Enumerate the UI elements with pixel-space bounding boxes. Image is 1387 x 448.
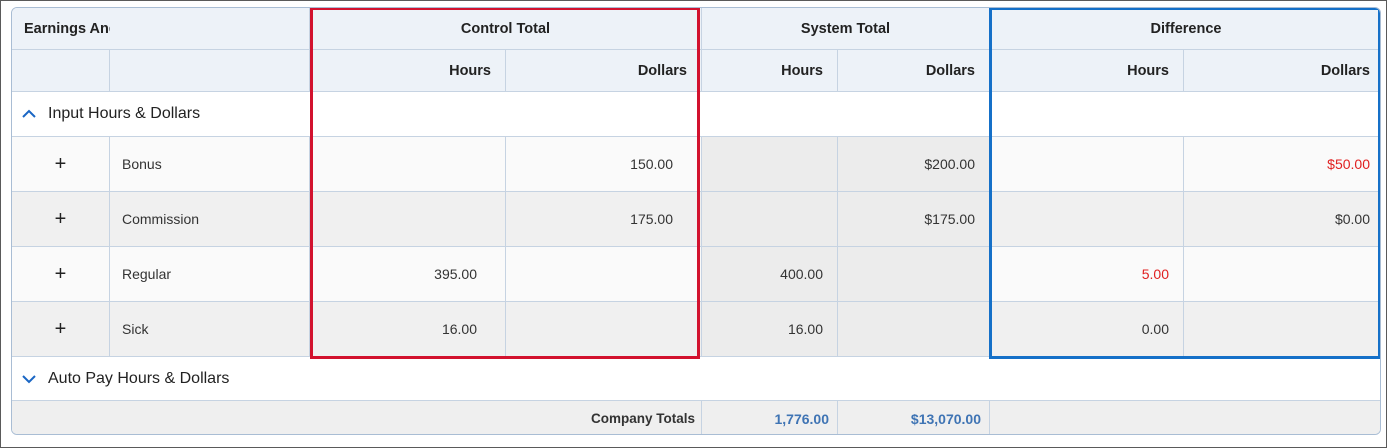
cell-value: $0.00 — [1334, 211, 1370, 227]
plus-icon[interactable]: + — [55, 153, 67, 176]
row-name-bonus: Bonus — [110, 137, 310, 192]
regular-control-hours[interactable]: 395.00 — [310, 247, 506, 302]
row-name-commission: Commission — [110, 192, 310, 247]
regular-system-dollars — [838, 247, 990, 302]
system-dollars-label: Dollars — [925, 62, 975, 79]
sick-system-dollars — [838, 302, 990, 357]
sick-control-dollars[interactable] — [506, 302, 702, 357]
control-hours-label: Hours — [449, 62, 491, 79]
cell-value: $175.00 — [924, 211, 975, 227]
header-system-total: System Total — [702, 8, 990, 50]
bonus-control-dollars[interactable]: 150.00 — [506, 137, 702, 192]
header-earnings-memo-calcs: Earnings And Memo Calcs — [12, 8, 206, 50]
subheader-difference-hours[interactable]: Hours — [990, 50, 1184, 92]
cell-value: 150.00 — [630, 156, 673, 172]
company-totals-label: Company Totals — [12, 401, 702, 434]
bonus-system-hours — [702, 137, 838, 192]
plus-icon[interactable]: + — [55, 318, 67, 341]
plus-icon[interactable]: + — [55, 208, 67, 231]
header-control-total: Control Total — [310, 8, 702, 50]
row-label: Regular — [122, 266, 172, 282]
difference-label: Difference — [1150, 20, 1222, 37]
row-label: Bonus — [122, 156, 162, 172]
plus-icon[interactable]: + — [55, 263, 67, 286]
screenshot-frame: Earnings And Memo Calcs Control Total Sy… — [0, 0, 1387, 448]
cell-value: $200.00 — [924, 156, 975, 172]
header-difference: Difference — [990, 8, 1380, 50]
cell-value: 395.00 — [434, 266, 477, 282]
system-hours-label: Hours — [781, 62, 823, 79]
company-totals-hours: 1,776.00 — [702, 401, 838, 434]
earnings-reconciliation-table: Earnings And Memo Calcs Control Total Sy… — [11, 7, 1381, 435]
bonus-difference-dollars: $50.00 — [1184, 137, 1380, 192]
commission-difference-dollars: $0.00 — [1184, 192, 1380, 247]
commission-difference-hours — [990, 192, 1184, 247]
difference-hours-label: Hours — [1127, 62, 1169, 79]
cell-value: $50.00 — [1327, 156, 1370, 172]
commission-system-hours — [702, 192, 838, 247]
sick-difference-hours: 0.00 — [990, 302, 1184, 357]
cell-value: 0.00 — [1141, 321, 1169, 337]
cell-value: 175.00 — [630, 211, 673, 227]
bonus-difference-hours — [990, 137, 1184, 192]
row-name-regular: Regular — [110, 247, 310, 302]
row-label: Commission — [122, 211, 200, 227]
section-label: Auto Pay Hours & Dollars — [48, 369, 230, 387]
totals-hours-value: 1,776.00 — [774, 410, 830, 427]
control-total-label: Control Total — [460, 20, 551, 37]
row-label: Sick — [122, 321, 149, 337]
section-input-hours-dollars[interactable]: Input Hours & Dollars — [12, 92, 1380, 137]
subheader-control-hours[interactable]: Hours — [310, 50, 506, 92]
regular-control-dollars[interactable] — [506, 247, 702, 302]
chevron-down-icon[interactable] — [22, 372, 36, 386]
subheader-control-dollars[interactable]: Dollars — [506, 50, 702, 92]
cell-value: 5.00 — [1141, 266, 1169, 282]
section-label: Input Hours & Dollars — [48, 105, 201, 122]
cell-value: 400.00 — [780, 266, 823, 282]
difference-dollars-label: Dollars — [1320, 62, 1370, 79]
sick-difference-dollars — [1184, 302, 1380, 357]
row-name-sick: Sick — [110, 302, 310, 357]
section-auto-pay-hours-dollars[interactable]: Auto Pay Hours & Dollars — [12, 357, 1380, 401]
sick-system-hours: 16.00 — [702, 302, 838, 357]
commission-control-dollars[interactable]: 175.00 — [506, 192, 702, 247]
subheader-system-hours[interactable]: Hours — [702, 50, 838, 92]
subheader-difference-dollars[interactable]: Dollars — [1184, 50, 1380, 92]
bonus-system-dollars: $200.00 — [838, 137, 990, 192]
control-dollars-label: Dollars — [637, 62, 687, 79]
header-spacer — [110, 8, 310, 50]
company-totals-difference-empty — [990, 401, 1380, 434]
chevron-up-icon[interactable] — [22, 107, 36, 121]
regular-system-hours: 400.00 — [702, 247, 838, 302]
totals-label-text: Company Totals — [590, 411, 695, 426]
subheader-system-dollars[interactable]: Dollars — [838, 50, 990, 92]
expand-row-regular[interactable]: + — [12, 247, 110, 302]
sick-control-hours[interactable]: 16.00 — [310, 302, 506, 357]
company-totals-dollars: $13,070.00 — [838, 401, 990, 434]
cell-value: 16.00 — [441, 321, 477, 337]
subheader-expand-col — [12, 50, 110, 92]
cell-value: 16.00 — [787, 321, 823, 337]
bonus-control-hours[interactable] — [310, 137, 506, 192]
regular-difference-hours: 5.00 — [990, 247, 1184, 302]
subheader-name-col — [110, 50, 310, 92]
commission-control-hours[interactable] — [310, 192, 506, 247]
system-total-label: System Total — [800, 20, 891, 37]
expand-row-sick[interactable]: + — [12, 302, 110, 357]
expand-row-bonus[interactable]: + — [12, 137, 110, 192]
expand-row-commission[interactable]: + — [12, 192, 110, 247]
commission-system-dollars: $175.00 — [838, 192, 990, 247]
regular-difference-dollars — [1184, 247, 1380, 302]
totals-dollars-value: $13,070.00 — [910, 410, 981, 427]
